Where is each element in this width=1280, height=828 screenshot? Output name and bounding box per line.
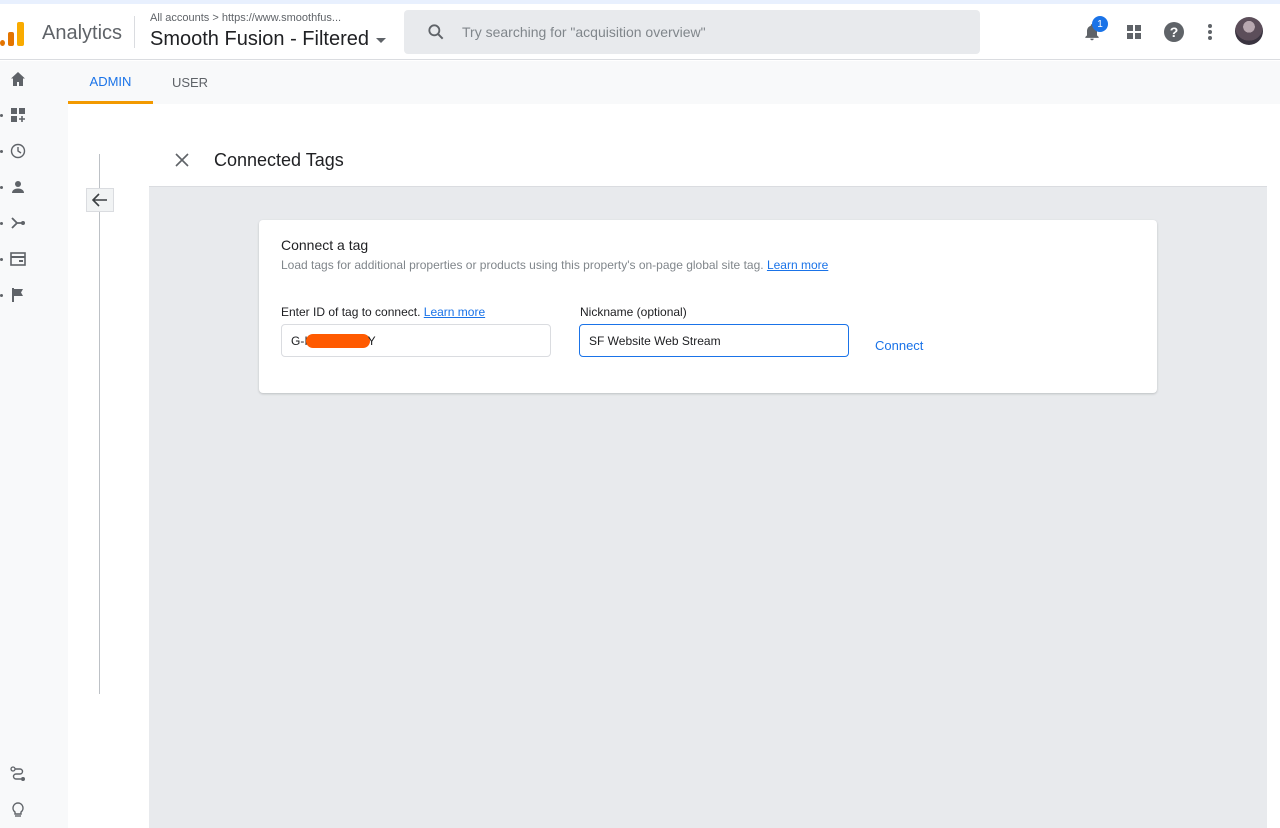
card-description-text: Load tags for additional properties or p… [281,258,764,272]
svg-text:?: ? [1170,24,1179,40]
notifications-button[interactable]: 1 [1080,16,1108,44]
close-icon [175,153,189,167]
tab-user[interactable]: USER [153,61,227,104]
realtime-icon [10,143,26,159]
nav-realtime[interactable] [8,141,28,161]
header-divider [134,16,135,48]
nav-expand-dot [0,150,3,153]
nav-customization[interactable] [8,105,28,125]
tag-id-label: Enter ID of tag to connect. Learn more [281,305,485,319]
nav-expand-dot [0,294,3,297]
audience-icon [12,181,24,193]
nav-home[interactable] [8,69,28,89]
acquisition-icon [11,217,25,229]
nav-expand-dot [0,186,3,189]
arrow-back-icon [92,193,107,207]
apps-grid-icon [1127,25,1141,39]
nav-discover[interactable] [8,800,28,820]
nav-audience[interactable] [8,177,28,197]
chevron-down-icon [375,38,386,43]
tag-id-suffix: Y [367,333,376,348]
attribution-icon [10,766,25,781]
breadcrumb[interactable]: All accounts > https://www.smoothfus... [150,12,341,24]
search-input[interactable] [462,24,942,40]
analytics-logo[interactable] [0,20,26,46]
nav-expand-dot [0,114,3,117]
nav-expand-dot [0,222,3,225]
app-header: Analytics All accounts > https://www.smo… [0,4,1280,60]
search-icon [428,24,444,40]
redaction-mark [305,333,370,348]
search-bar[interactable] [404,10,980,54]
help-button[interactable]: ? [1162,20,1186,44]
nav-expand-dot [0,258,3,261]
side-navigation [0,61,68,828]
connect-tag-card: Connect a tag Load tags for additional p… [259,220,1157,393]
panel-title: Connected Tags [214,150,344,170]
app-name: Analytics [42,22,123,44]
account-selector[interactable]: Smooth Fusion - Filtered [150,28,386,51]
card-description: Load tags for additional properties or p… [281,258,828,272]
avatar[interactable] [1235,17,1263,45]
nav-attribution[interactable] [8,764,28,784]
apps-button[interactable] [1122,20,1146,44]
notification-badge: 1 [1092,16,1108,32]
tag-id-label-text: Enter ID of tag to connect. [281,305,421,319]
tag-id-learn-more-link[interactable]: Learn more [424,305,485,319]
card-title: Connect a tag [281,237,369,253]
discover-icon [12,802,24,817]
connect-button[interactable]: Connect [875,338,923,353]
nav-behavior[interactable] [8,249,28,269]
nickname-label: Nickname (optional) [580,305,687,319]
account-name: Smooth Fusion - Filtered [150,28,369,50]
conversions-icon [12,288,23,302]
close-panel-button[interactable] [172,150,192,170]
more-options-button[interactable] [1198,20,1222,44]
home-icon [11,72,25,86]
tag-id-input[interactable]: G-I Y [281,324,551,357]
panel-track-line [99,154,100,694]
customization-icon [11,108,25,122]
tab-admin[interactable]: ADMIN [68,61,153,104]
back-button[interactable] [86,188,114,212]
nav-conversions[interactable] [8,285,28,305]
behavior-icon [10,252,26,266]
admin-tabs: ADMIN USER [68,61,1280,104]
help-icon: ? [1164,22,1184,42]
more-vert-icon [1208,24,1212,40]
nav-acquisition[interactable] [8,213,28,233]
nickname-field[interactable] [579,324,849,357]
nickname-input[interactable] [589,333,848,348]
learn-more-link[interactable]: Learn more [767,258,828,272]
